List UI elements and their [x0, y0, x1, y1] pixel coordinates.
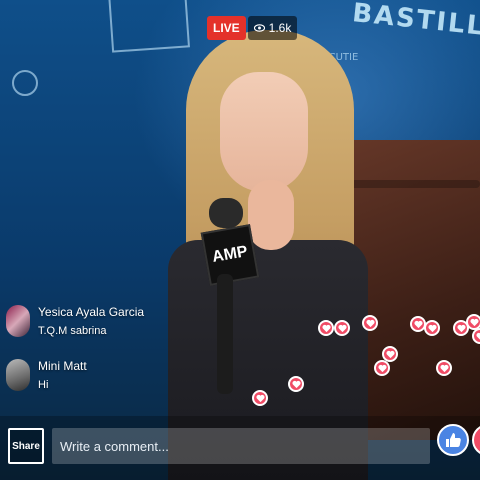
microphone: AMP	[200, 198, 260, 394]
reaction-heart	[362, 315, 378, 331]
reaction-heart	[334, 320, 350, 336]
reaction-heart	[252, 390, 268, 406]
avatar[interactable]	[6, 359, 30, 391]
like-button[interactable]	[437, 424, 469, 456]
thumbs-up-icon	[446, 433, 461, 447]
comment-feed: Yesica Ayala Garcia T.Q.M sabrina Mini M…	[6, 305, 246, 413]
wall-doodle-circle	[12, 70, 38, 96]
commenter-name[interactable]: Yesica Ayala Garcia	[38, 305, 144, 319]
avatar[interactable]	[6, 305, 30, 337]
streamer-hand	[248, 180, 294, 250]
comment-input[interactable]	[52, 428, 430, 464]
eye-icon	[253, 24, 265, 32]
reaction-heart	[424, 320, 440, 336]
live-badge: LIVE	[207, 16, 246, 40]
comment-item: Yesica Ayala Garcia T.Q.M sabrina	[6, 305, 246, 337]
commenter-name[interactable]: Mini Matt	[38, 359, 87, 373]
comment-text: T.Q.M sabrina	[38, 325, 107, 337]
wall-text-bastille: BASTILLE	[350, 0, 480, 44]
comment-text: Hi	[38, 379, 49, 391]
bottom-bar: Share	[0, 416, 480, 480]
reaction-heart	[436, 360, 452, 376]
share-button[interactable]: Share	[8, 428, 44, 464]
mic-head	[209, 198, 243, 228]
viewer-count: 1.6k	[268, 21, 292, 35]
reaction-heart	[288, 376, 304, 392]
mic-flag-text: AMP	[210, 243, 249, 266]
reaction-heart	[374, 360, 390, 376]
reaction-heart	[318, 320, 334, 336]
comment-item: Mini Matt Hi	[6, 359, 246, 391]
live-indicator: LIVE 1.6k	[207, 16, 298, 40]
viewer-count-badge: 1.6k	[247, 16, 298, 40]
streamer-face	[220, 72, 308, 192]
